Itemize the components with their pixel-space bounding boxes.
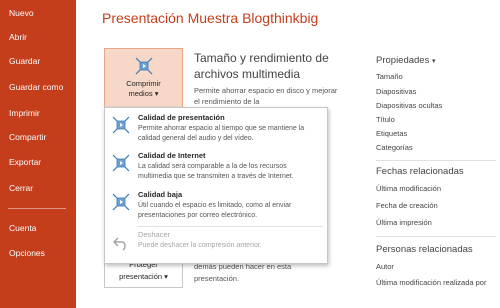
property-tags: Etiquetas [376,129,408,138]
menu-divider [137,226,323,227]
properties-heading-label: Propiedades [376,55,430,66]
nav-item-cerrar[interactable]: Cerrar [9,183,33,193]
nav-item-abrir[interactable]: Abrir [9,32,27,42]
menu-item-description: Permite ahorrar espacio al tiempo que se… [138,125,305,142]
related-dates-heading: Fechas relacionadas [376,166,464,177]
media-section-title: Tamaño y rendimiento de archivos multime… [194,51,329,81]
date-last-modified: Última modificación [376,184,442,193]
compress-media-label: Comprimir medios ▾ [105,79,182,99]
menu-item-presentation-quality[interactable]: Calidad de presentación Permite ahorrar … [106,113,326,147]
nav-item-opciones[interactable]: Opciones [9,248,45,258]
properties-heading[interactable]: Propiedades ▾ [376,55,436,66]
menu-item-title: Deshacer [138,230,171,239]
protect-description: demás pueden hacer en esta presentación. [194,262,292,283]
compress-media-dropdown: Calidad de presentación Permite ahorrar … [104,107,328,264]
compress-arrows-icon [112,193,130,216]
property-size: Tamaño [376,72,403,81]
page-title: Presentación Muestra Blogthinkbig [102,10,319,26]
people-author: Autor [376,262,394,271]
property-title: Título [376,115,395,124]
compress-media-icon [135,57,153,80]
backstage-sidebar: Nuevo Abrir Guardar Guardar como Imprimi… [0,0,76,308]
nav-item-imprimir[interactable]: Imprimir [9,108,40,118]
menu-item-undo[interactable]: Deshacer Puede deshacer la compresión an… [106,230,326,258]
media-section-description: Permite ahorrar espacio en disco y mejor… [194,86,338,106]
nav-item-guardar[interactable]: Guardar [9,56,40,66]
menu-item-title: Calidad baja [138,190,183,199]
property-slides: Diapositivas [376,87,417,96]
nav-item-guardar-como[interactable]: Guardar como [9,82,63,92]
menu-item-description: Útil cuando el espacio es limitado, como… [138,202,292,219]
properties-divider [376,160,496,161]
property-categories: Categorías [376,143,413,152]
compress-media-button[interactable]: Comprimir medios ▾ [104,48,183,110]
menu-item-description: Puede deshacer la compresión anterior. [138,242,262,249]
dates-divider [376,236,496,237]
nav-divider [8,208,66,209]
menu-item-internet-quality[interactable]: Calidad de Internet La calidad será comp… [106,151,326,185]
nav-item-nuevo[interactable]: Nuevo [9,8,34,18]
menu-item-title: Calidad de presentación [138,113,225,122]
nav-item-compartir[interactable]: Compartir [9,132,46,142]
compress-arrows-icon [112,154,130,177]
protect-label-line2: presentación ▾ [119,272,168,281]
compress-arrows-icon [112,116,130,139]
people-last-modifier: Última modificación realizada por [376,278,487,287]
related-people-heading: Personas relacionadas [376,244,473,255]
menu-item-low-quality[interactable]: Calidad baja Útil cuando el espacio es l… [106,190,326,224]
compress-media-label-line1: Comprimir [126,79,161,88]
menu-item-description: La calidad será comparable a la de los r… [138,163,294,180]
property-hidden-slides: Diapositivas ocultas [376,101,443,110]
chevron-down-icon: ▾ [432,58,436,65]
nav-item-exportar[interactable]: Exportar [9,157,41,167]
chevron-down-icon: ▾ [154,89,159,98]
menu-item-title: Calidad de Internet [138,151,206,160]
date-last-printed: Última impresión [376,218,432,227]
undo-icon [112,233,130,256]
nav-item-cuenta[interactable]: Cuenta [9,223,36,233]
compress-media-label-line2: medios [128,89,153,98]
date-created: Fecha de creación [376,201,438,210]
